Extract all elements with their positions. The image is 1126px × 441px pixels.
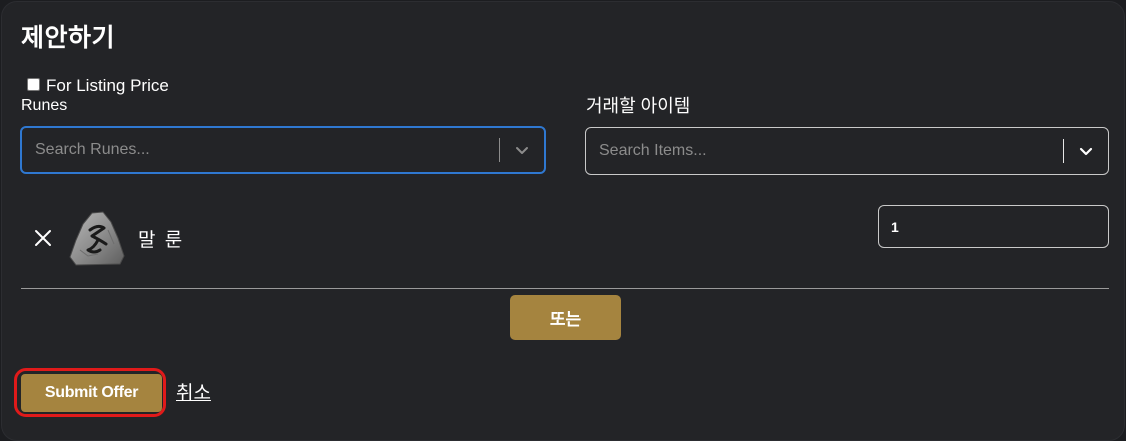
page-title: 제안하기: [21, 24, 116, 52]
chevron-down-icon[interactable]: [1064, 129, 1108, 173]
runes-search-input[interactable]: Search Runes...: [22, 141, 499, 159]
items-select[interactable]: Search Items...: [585, 127, 1109, 175]
rune-name: 말 룬: [138, 229, 185, 251]
chevron-down-icon[interactable]: [500, 128, 544, 172]
quantity-input[interactable]: 1: [878, 205, 1109, 248]
listing-price-row: For Listing Price: [27, 72, 169, 96]
cancel-link[interactable]: 취소: [176, 378, 211, 405]
rune-stone-icon: [68, 210, 126, 266]
items-label: 거래할 아이템: [586, 96, 691, 116]
listing-price-checkbox[interactable]: [27, 77, 40, 91]
listing-price-label: For Listing Price: [46, 76, 169, 95]
or-button[interactable]: 또는: [510, 295, 621, 340]
items-search-input[interactable]: Search Items...: [586, 142, 1063, 160]
runes-label: Runes: [21, 97, 68, 114]
selected-rune-row: 말 룬: [32, 210, 184, 266]
divider: [21, 288, 1109, 289]
close-icon[interactable]: [32, 227, 54, 249]
offer-panel: 제안하기 For Listing Price Runes Search Rune…: [1, 1, 1125, 441]
submit-offer-button[interactable]: Submit Offer: [21, 374, 162, 412]
runes-select[interactable]: Search Runes...: [20, 126, 546, 174]
